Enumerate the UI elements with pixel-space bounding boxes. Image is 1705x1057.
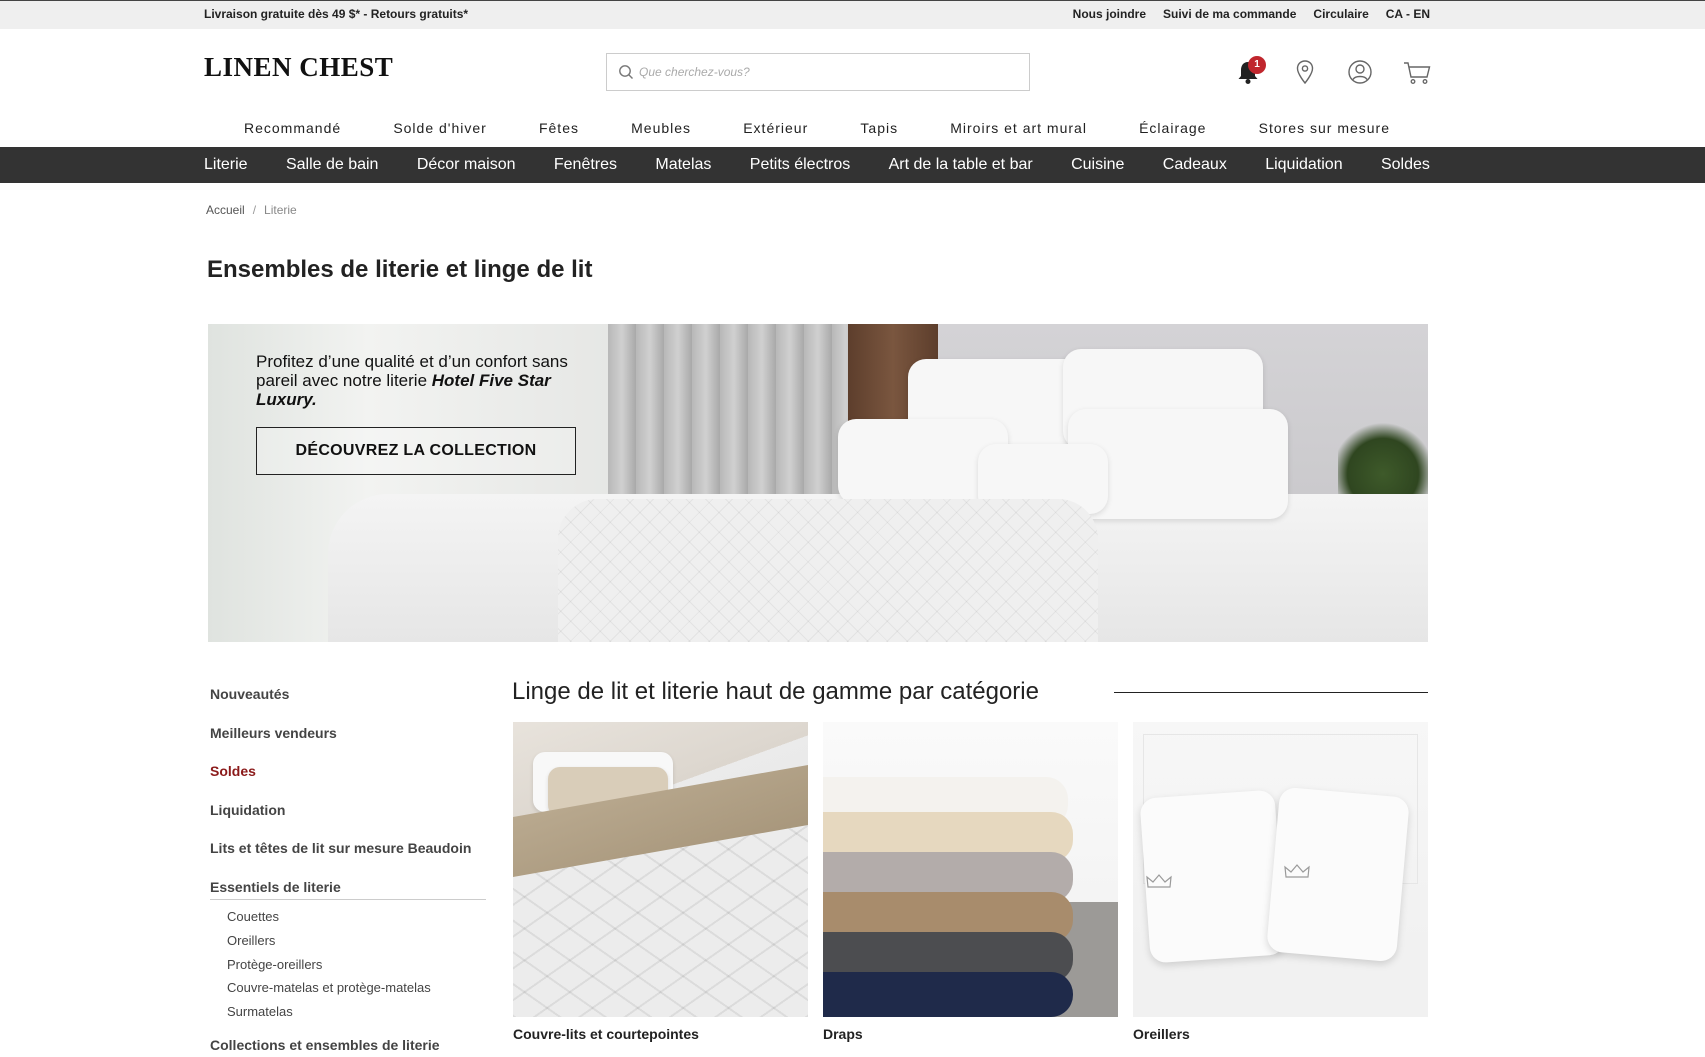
search-bar[interactable] (606, 53, 1030, 91)
account-button[interactable] (1346, 58, 1376, 88)
nav-solde-hiver[interactable]: Solde d'hiver (393, 120, 487, 140)
sidebar-item-meilleurs-vendeurs[interactable]: Meilleurs vendeurs (210, 725, 337, 741)
shipping-promo-text: Livraison gratuite dès 49 $* - Retours g… (204, 7, 469, 21)
category-card-label: Couvre-lits et courtepointes (513, 1026, 699, 1042)
hero-message: Profitez d’une qualité et d’un confort s… (256, 352, 576, 409)
sidebar-item-soldes[interactable]: Soldes (210, 763, 256, 779)
site-logo[interactable]: LINEN CHEST (204, 52, 393, 83)
crown-icon (1284, 864, 1310, 878)
flyer-link[interactable]: Circulaire (1313, 7, 1368, 21)
category-section-title: Linge de lit et literie haut de gamme pa… (512, 678, 1039, 705)
sheet-fold (823, 972, 1073, 1017)
sidebar-item-lits-sur-mesure[interactable]: Lits et têtes de lit sur mesure Beaudoin (210, 840, 471, 856)
cart-button[interactable] (1402, 58, 1432, 88)
nav-recommande[interactable]: Recommandé (244, 120, 341, 140)
sidebar-item-nouveautes[interactable]: Nouveautés (210, 686, 289, 702)
nav-exterieur[interactable]: Extérieur (743, 120, 808, 140)
hero-quilted-coverlet (558, 499, 1098, 642)
notifications-button[interactable]: 1 (1234, 56, 1266, 88)
category-art-de-la-table[interactable]: Art de la table et bar (889, 156, 1033, 174)
nav-tapis[interactable]: Tapis (860, 120, 898, 140)
primary-nav: Recommandé Solde d'hiver Fêtes Meubles E… (204, 120, 1430, 140)
store-locator-button[interactable] (1292, 58, 1322, 88)
sidebar-subitem-protege-oreillers[interactable]: Protège-oreillers (227, 957, 322, 972)
category-card-draps[interactable]: Draps (823, 722, 1118, 1042)
category-literie[interactable]: Literie (204, 156, 248, 174)
sidebar-subitem-surmatelas[interactable]: Surmatelas (227, 1004, 293, 1019)
breadcrumb-home-link[interactable]: Accueil (206, 203, 245, 217)
top-promo-bar: Livraison gratuite dès 49 $* - Retours g… (0, 0, 1705, 29)
draps-image (823, 722, 1118, 1017)
category-card-oreillers[interactable]: Oreillers (1133, 722, 1428, 1042)
search-icon (619, 65, 633, 79)
category-liquidation[interactable]: Liquidation (1265, 156, 1342, 174)
crown-icon (1146, 874, 1172, 888)
breadcrumb-current: Literie (264, 203, 297, 217)
category-nav-bar: Literie Salle de bain Décor maison Fenêt… (0, 147, 1705, 183)
nav-stores[interactable]: Stores sur mesure (1259, 120, 1390, 140)
location-pin-icon (1296, 60, 1314, 85)
category-petits-electros[interactable]: Petits électros (750, 156, 850, 174)
order-tracking-link[interactable]: Suivi de ma commande (1163, 7, 1296, 21)
category-matelas[interactable]: Matelas (655, 156, 711, 174)
nav-meubles[interactable]: Meubles (631, 120, 691, 140)
nav-miroirs[interactable]: Miroirs et art mural (950, 120, 1087, 140)
category-card-label: Oreillers (1133, 1026, 1190, 1042)
page-title: Ensembles de literie et linge de lit (207, 256, 593, 283)
sidebar-subitem-couettes[interactable]: Couettes (227, 909, 279, 924)
nav-fetes[interactable]: Fêtes (539, 120, 579, 140)
notification-count-badge: 1 (1248, 56, 1266, 74)
sidebar-subitem-couvre-matelas[interactable]: Couvre-matelas et protège-matelas (227, 980, 431, 995)
sidebar-section-essentiels[interactable]: Essentiels de literie (210, 879, 486, 900)
category-cuisine[interactable]: Cuisine (1071, 156, 1124, 174)
category-card-couvre-lits[interactable]: Couvre-lits et courtepointes (513, 722, 808, 1042)
contact-link[interactable]: Nous joindre (1073, 7, 1146, 21)
utility-links: Nous joindre Suivi de ma commande Circul… (1056, 7, 1430, 21)
sidebar-subitem-oreillers[interactable]: Oreillers (227, 933, 275, 948)
section-divider (1114, 692, 1428, 693)
language-switch-link[interactable]: CA - EN (1386, 7, 1430, 21)
category-fenetres[interactable]: Fenêtres (554, 156, 617, 174)
hero-banner[interactable]: Profitez d’une qualité et d’un confort s… (208, 324, 1428, 642)
sidebar-item-liquidation[interactable]: Liquidation (210, 802, 285, 818)
oreillers-image (1133, 722, 1428, 1017)
breadcrumb-separator: / (252, 203, 257, 217)
search-input[interactable] (639, 54, 1019, 90)
nav-eclairage[interactable]: Éclairage (1139, 120, 1206, 140)
category-decor-maison[interactable]: Décor maison (417, 156, 516, 174)
category-cadeaux[interactable]: Cadeaux (1163, 156, 1227, 174)
couvre-lits-image (513, 722, 808, 1017)
discover-collection-button[interactable]: DÉCOUVREZ LA COLLECTION (256, 427, 576, 475)
cart-icon (1404, 62, 1431, 84)
sidebar-section-collections[interactable]: Collections et ensembles de literie (210, 1037, 440, 1053)
account-icon (1348, 60, 1372, 84)
category-card-label: Draps (823, 1026, 863, 1042)
breadcrumb: Accueil / Literie (206, 203, 297, 217)
category-salle-de-bain[interactable]: Salle de bain (286, 156, 379, 174)
category-soldes[interactable]: Soldes (1381, 156, 1430, 174)
